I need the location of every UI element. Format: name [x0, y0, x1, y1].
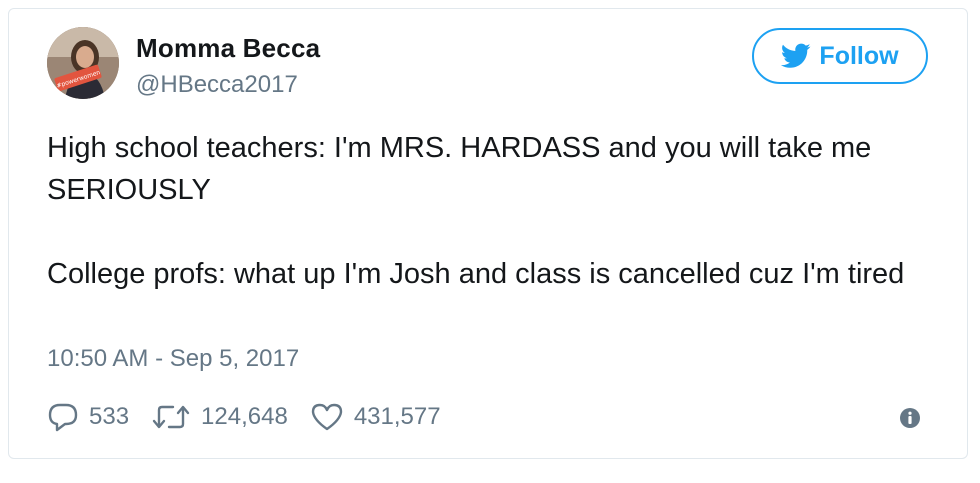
- tweet-paragraph-1: High school teachers: I'm MRS. HARDASS a…: [47, 132, 872, 206]
- reply-count: 533: [89, 403, 130, 430]
- twitter-bird-icon: [781, 43, 811, 68]
- reply-action[interactable]: 533: [47, 402, 129, 432]
- author-handle[interactable]: @HBecca2017: [136, 71, 298, 99]
- retweet-action[interactable]: 124,648: [151, 402, 288, 432]
- tweet-paragraph-2: College profs: what up I'm Josh and clas…: [47, 258, 905, 290]
- tweet-text: High school teachers: I'm MRS. HARDASS a…: [47, 127, 947, 295]
- retweet-icon: [152, 405, 190, 429]
- avatar-image: #powerwomen: [47, 27, 119, 99]
- tweet-actions: 533 124,648 431,577: [47, 397, 463, 437]
- tweet-card: #powerwomen Momma Becca @HBecca2017 Foll…: [8, 8, 968, 459]
- author-display-name[interactable]: Momma Becca: [136, 33, 320, 64]
- avatar[interactable]: #powerwomen: [47, 27, 119, 99]
- like-action[interactable]: 431,577: [310, 402, 441, 432]
- tweet-timestamp[interactable]: 10:50 AM - Sep 5, 2017: [47, 345, 299, 373]
- follow-button[interactable]: Follow: [752, 28, 928, 84]
- retweet-count: 124,648: [201, 403, 288, 430]
- like-count: 431,577: [353, 403, 441, 430]
- follow-button-label: Follow: [819, 41, 899, 70]
- reply-icon: [48, 403, 78, 432]
- info-icon[interactable]: [899, 407, 921, 429]
- heart-icon: [311, 403, 343, 431]
